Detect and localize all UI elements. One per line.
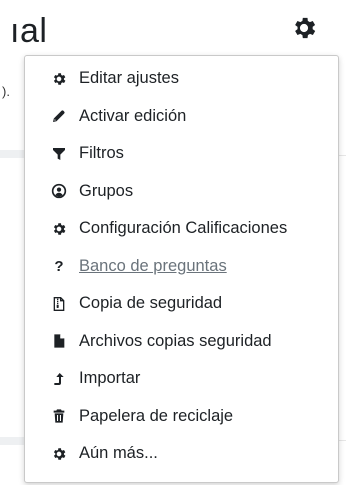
menu-item-copia-de-seguridad[interactable]: Copia de seguridad	[25, 285, 338, 323]
menu-item-archivos-copias-seguridad[interactable]: Archivos copias seguridad	[25, 323, 338, 361]
menu-item-label: Editar ajustes	[79, 69, 179, 88]
gear-icon	[51, 221, 67, 237]
menu-item-label: Importar	[79, 369, 141, 388]
level-up-icon	[51, 371, 67, 387]
menu-item-label: Aún más...	[79, 444, 158, 463]
menu-item-banco-de-preguntas[interactable]: ? Banco de preguntas	[25, 248, 338, 286]
menu-item-label: Banco de preguntas	[79, 256, 227, 275]
filter-icon	[51, 146, 67, 162]
course-actions-menu: Editar ajustes Activar edición Filtros G…	[24, 55, 339, 483]
menu-item-label: Activar edición	[79, 106, 187, 125]
user-circle-icon	[51, 183, 67, 199]
menu-item-aun-mas[interactable]: Aún más...	[25, 435, 338, 473]
menu-item-filtros[interactable]: Filtros	[25, 135, 338, 173]
menu-item-grupos[interactable]: Grupos	[25, 173, 338, 211]
menu-item-label: Filtros	[79, 144, 124, 163]
menu-item-editar-ajustes[interactable]: Editar ajustes	[25, 60, 338, 98]
trash-icon	[51, 408, 67, 424]
page-title-fragment: ıal	[10, 12, 48, 50]
menu-item-label: Copia de seguridad	[79, 294, 223, 313]
menu-item-papelera-de-reciclaje[interactable]: Papelera de reciclaje	[25, 398, 338, 436]
settings-gear-icon[interactable]	[290, 14, 318, 42]
file-archive-icon	[51, 296, 67, 312]
gear-icon	[51, 446, 67, 462]
file-icon	[51, 333, 67, 349]
background-text-fragment: ).	[2, 84, 10, 99]
menu-item-label: Papelera de reciclaje	[79, 406, 234, 425]
menu-item-label: Configuración Calificaciones	[79, 219, 288, 238]
pencil-icon	[51, 108, 67, 124]
menu-item-label: Grupos	[79, 181, 134, 200]
menu-item-label: Archivos copias seguridad	[79, 331, 272, 350]
menu-item-configuracion-calificaciones[interactable]: Configuración Calificaciones	[25, 210, 338, 248]
menu-item-activar-edicion[interactable]: Activar edición	[25, 98, 338, 136]
menu-item-importar[interactable]: Importar	[25, 360, 338, 398]
question-mark-icon: ?	[54, 257, 64, 275]
gear-icon	[51, 71, 67, 87]
